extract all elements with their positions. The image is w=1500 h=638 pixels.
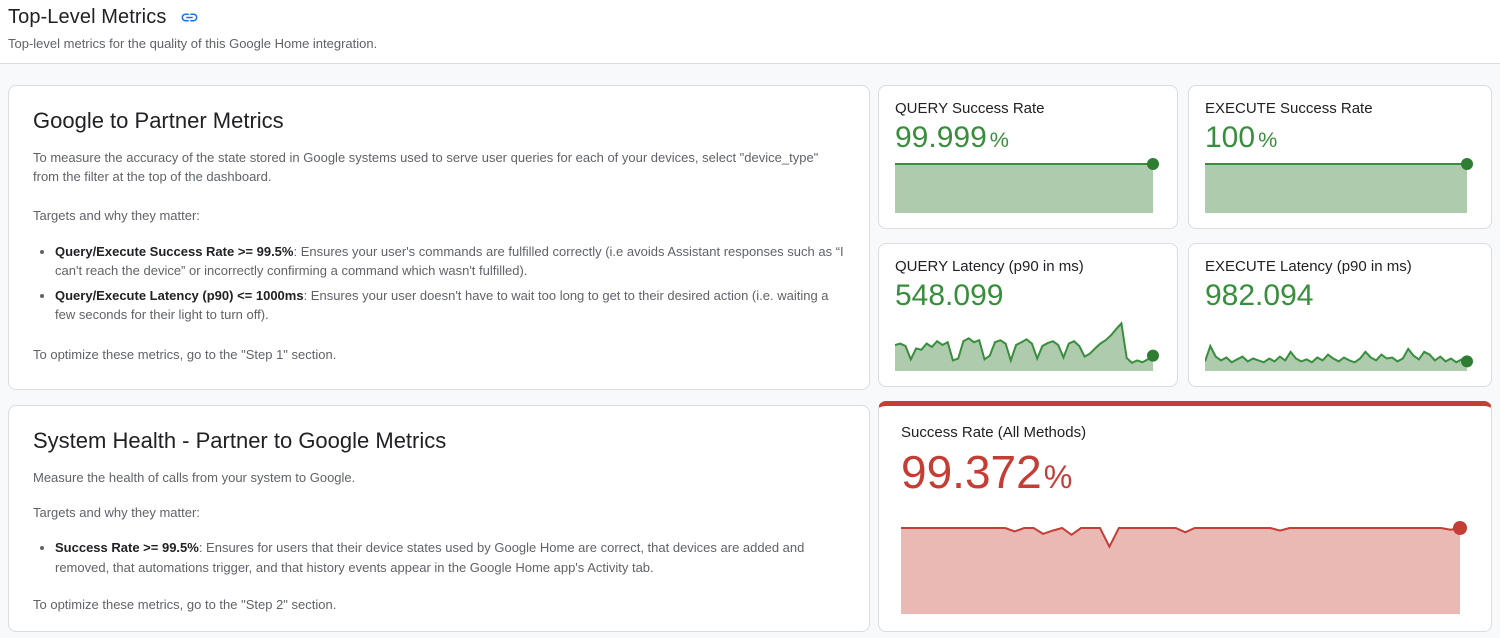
description-column: Google to Partner Metrics To measure the… (8, 85, 870, 632)
metric-card-success-rate-all-methods: Success Rate (All Methods) 99.372% (878, 401, 1492, 632)
metric-unit: % (990, 127, 1009, 152)
anchor-link-icon[interactable] (178, 7, 200, 29)
targets-label: Targets and why they matter: (33, 206, 845, 225)
dashboard-body: Google to Partner Metrics To measure the… (0, 64, 1500, 632)
metric-card-query-latency: QUERY Latency (p90 in ms) 548.099 (878, 243, 1178, 387)
metric-grid: QUERY Success Rate 99.999% EXECUTE Succe… (878, 85, 1492, 387)
sparkline-chart (895, 156, 1161, 214)
metric-value: 982.094 (1205, 279, 1475, 314)
sparkline-chart (901, 519, 1469, 615)
metric-card-execute-latency: EXECUTE Latency (p90 in ms) 982.094 (1188, 243, 1492, 387)
list-item: Query/Execute Success Rate >= 99.5%: Ens… (55, 242, 845, 280)
page-header: Top-Level Metrics Top-level metrics for … (0, 0, 1500, 64)
list-item: Success Rate >= 99.5%: Ensures for users… (55, 538, 845, 576)
card-intro: To measure the accuracy of the state sto… (33, 148, 845, 186)
page-subtitle: Top-level metrics for the quality of thi… (8, 36, 1492, 51)
metrics-column: QUERY Success Rate 99.999% EXECUTE Succe… (878, 85, 1492, 632)
bullet-bold: Query/Execute Latency (p90) <= 1000ms (55, 288, 304, 303)
targets-list: Query/Execute Success Rate >= 99.5%: Ens… (33, 242, 845, 325)
metric-value: 99.372% (901, 447, 1469, 498)
metric-label: Success Rate (All Methods) (901, 424, 1469, 441)
metric-label: QUERY Success Rate (895, 100, 1161, 117)
bullet-bold: Query/Execute Success Rate >= 99.5% (55, 244, 293, 259)
card-title-google-to-partner: Google to Partner Metrics (33, 108, 845, 134)
system-health-card: System Health - Partner to Google Metric… (8, 405, 870, 632)
metric-label: EXECUTE Success Rate (1205, 100, 1475, 117)
card-intro: Measure the health of calls from your sy… (33, 468, 845, 487)
targets-label: Targets and why they matter: (33, 503, 845, 522)
metric-unit: % (1258, 127, 1277, 152)
metric-label: QUERY Latency (p90 in ms) (895, 258, 1161, 275)
metric-label: EXECUTE Latency (p90 in ms) (1205, 258, 1475, 275)
sparkline-chart (1205, 314, 1475, 372)
targets-list: Success Rate >= 99.5%: Ensures for users… (33, 538, 845, 576)
sparkline-chart (895, 314, 1161, 372)
metric-value: 100% (1205, 121, 1475, 156)
metric-card-query-success-rate: QUERY Success Rate 99.999% (878, 85, 1178, 229)
metric-value: 99.999% (895, 121, 1161, 156)
metric-unit: % (1044, 459, 1073, 495)
link-icon (180, 8, 199, 27)
sparkline-chart (1205, 156, 1475, 214)
card-footer: To optimize these metrics, go to the "St… (33, 595, 845, 614)
list-item: Query/Execute Latency (p90) <= 1000ms: E… (55, 286, 845, 324)
metric-value: 548.099 (895, 279, 1161, 314)
page-title: Top-Level Metrics (8, 6, 166, 29)
card-footer: To optimize these metrics, go to the "St… (33, 345, 845, 364)
card-title-system-health: System Health - Partner to Google Metric… (33, 428, 845, 454)
google-to-partner-card: Google to Partner Metrics To measure the… (8, 85, 870, 390)
bullet-bold: Success Rate >= 99.5% (55, 540, 199, 555)
metric-card-execute-success-rate: EXECUTE Success Rate 100% (1188, 85, 1492, 229)
